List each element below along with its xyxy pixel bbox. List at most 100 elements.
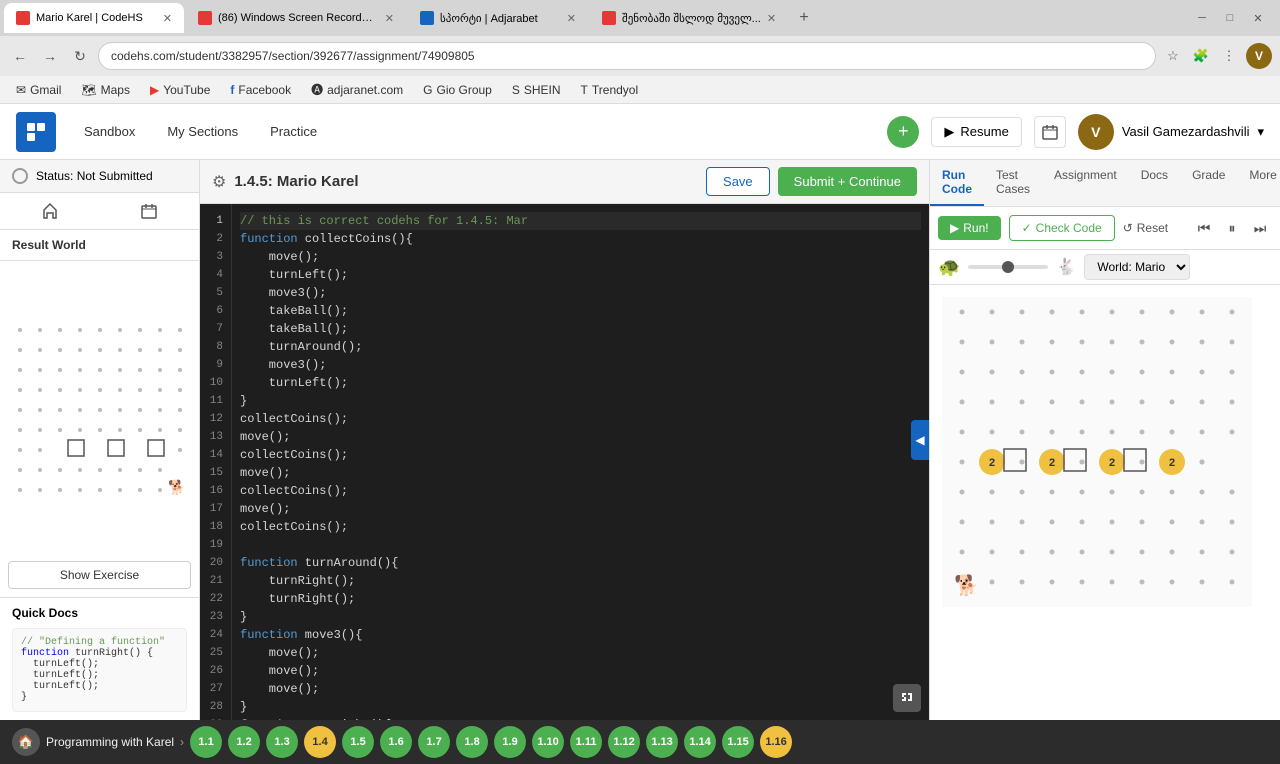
lesson-btn-1.11[interactable]: 1.11 — [570, 726, 602, 758]
tab-assignment[interactable]: Assignment — [1042, 160, 1129, 206]
play-icon: ▶ — [944, 124, 954, 140]
window-controls: ─ □ ✕ — [1192, 8, 1276, 28]
app-logo[interactable] — [16, 112, 56, 152]
top-nav: Sandbox My Sections Practice + ▶ Resume … — [0, 104, 1280, 160]
bookmark-gio-group[interactable]: G Gio Group — [415, 81, 500, 99]
speed-slider[interactable] — [968, 265, 1048, 269]
lesson-btn-1.4[interactable]: 1.4 — [304, 726, 336, 758]
tab-3[interactable]: სპორტი | Adjarabet ✕ — [408, 3, 588, 33]
lesson-btn-1.2[interactable]: 1.2 — [228, 726, 260, 758]
code-line-14: collectCoins(); — [240, 446, 921, 464]
lesson-btn-1.7[interactable]: 1.7 — [418, 726, 450, 758]
tab-4[interactable]: შენობაში შსლოდ მუველ... ✕ — [590, 3, 788, 33]
tab-3-close[interactable]: ✕ — [567, 12, 576, 25]
run-button[interactable]: ▶ Run! — [938, 216, 1001, 240]
status-indicator — [12, 168, 28, 184]
line-number-21: 21 — [204, 572, 227, 590]
user-name: Vasil Gamezardashvili — [1122, 124, 1250, 139]
bookmark-youtube[interactable]: ▶ YouTube — [142, 81, 218, 99]
tab-docs[interactable]: Docs — [1129, 160, 1180, 206]
course-label: Programming with Karel — [46, 735, 174, 749]
show-exercise-button[interactable]: Show Exercise — [8, 561, 191, 589]
tab-2-close[interactable]: ✕ — [385, 12, 394, 25]
gio-label: Gio Group — [436, 83, 491, 97]
sandbox-link[interactable]: Sandbox — [72, 118, 147, 145]
trendyol-label: Trendyol — [592, 83, 638, 97]
world-select[interactable]: World: Mario — [1084, 254, 1190, 280]
code-line-20: function turnAround(){ — [240, 554, 921, 572]
my-sections-link[interactable]: My Sections — [155, 118, 250, 145]
bookmark-maps[interactable]: 🗺 Maps — [73, 81, 138, 99]
sidebar-toggle[interactable]: ◀ — [911, 420, 929, 460]
lesson-btn-1.13[interactable]: 1.13 — [646, 726, 678, 758]
chevron-down-icon: ▾ — [1257, 124, 1264, 140]
pause-button[interactable]: ⏸ — [1220, 216, 1244, 240]
code-line-12: collectCoins(); — [240, 410, 921, 428]
tab-4-close[interactable]: ✕ — [767, 12, 776, 25]
lesson-btn-1.10[interactable]: 1.10 — [532, 726, 564, 758]
lesson-btn-1.12[interactable]: 1.12 — [608, 726, 640, 758]
lesson-btn-1.3[interactable]: 1.3 — [266, 726, 298, 758]
calendar-button[interactable] — [1034, 116, 1066, 148]
tab-1[interactable]: Mario Karel | CodeHS ✕ — [4, 3, 184, 33]
app: Sandbox My Sections Practice + ▶ Resume … — [0, 104, 1280, 720]
add-button[interactable]: + — [887, 116, 919, 148]
lesson-btn-1.14[interactable]: 1.14 — [684, 726, 716, 758]
tab-grade[interactable]: Grade — [1180, 160, 1237, 206]
home-button[interactable]: 🏠 — [12, 728, 40, 756]
bookmark-trendyol[interactable]: T Trendyol — [573, 81, 647, 99]
resume-button[interactable]: ▶ Resume — [931, 117, 1021, 147]
tab-1-close[interactable]: ✕ — [163, 12, 172, 25]
tab-run-code[interactable]: Run Code — [930, 160, 984, 206]
bookmark-star-icon[interactable]: ☆ — [1162, 45, 1184, 67]
new-tab-button[interactable]: + — [790, 4, 818, 32]
tab-2[interactable]: (86) Windows Screen Recorder S... ✕ — [186, 3, 406, 33]
code-line-23: } — [240, 608, 921, 626]
user-info[interactable]: V Vasil Gamezardashvili ▾ — [1078, 114, 1264, 150]
lesson-btn-1.15[interactable]: 1.15 — [722, 726, 754, 758]
settings-icon[interactable]: ⚙ — [212, 172, 226, 192]
code-line-11: } — [240, 392, 921, 410]
code-line-2: function collectCoins(){ — [240, 230, 921, 248]
save-button[interactable]: Save — [706, 167, 770, 196]
expand-button[interactable] — [893, 684, 921, 712]
bookmark-shein[interactable]: S SHEIN — [504, 81, 569, 99]
step-back-button[interactable]: ⏮ — [1192, 216, 1216, 240]
shein-icon: S — [512, 83, 520, 97]
step-forward-button[interactable]: ⏭ — [1248, 216, 1272, 240]
extension-icon[interactable]: 🧩 — [1190, 45, 1212, 67]
minimize-button[interactable]: ─ — [1192, 8, 1212, 28]
forward-button[interactable]: → — [38, 44, 62, 68]
tab-test-cases[interactable]: Test Cases — [984, 160, 1042, 206]
lesson-btn-1.16[interactable]: 1.16 — [760, 726, 792, 758]
status-text: Status: Not Submitted — [36, 169, 153, 183]
bookmark-gmail[interactable]: ✉ Gmail — [8, 81, 69, 99]
line-number-15: 15 — [204, 464, 227, 482]
check-code-button[interactable]: ✓ Check Code — [1009, 215, 1115, 241]
calendar-sidebar-icon[interactable] — [100, 193, 200, 229]
line-number-11: 11 — [204, 392, 227, 410]
practice-link[interactable]: Practice — [258, 118, 329, 145]
close-button[interactable]: ✕ — [1248, 8, 1268, 28]
code-editor[interactable]: 1234567891011121314151617181920212223242… — [200, 204, 929, 720]
submit-button[interactable]: Submit + Continue — [778, 167, 917, 196]
home-sidebar-icon[interactable] — [0, 193, 100, 229]
lesson-btn-1.1[interactable]: 1.1 — [190, 726, 222, 758]
lesson-btn-1.6[interactable]: 1.6 — [380, 726, 412, 758]
refresh-button[interactable]: ↻ — [68, 44, 92, 68]
lesson-btn-1.9[interactable]: 1.9 — [494, 726, 526, 758]
tab-more[interactable]: More — [1237, 160, 1280, 206]
bookmarks-bar: ✉ Gmail 🗺 Maps ▶ YouTube f Facebook 🅐 ad… — [0, 76, 1280, 104]
browser-user-avatar[interactable]: V — [1246, 43, 1272, 69]
menu-icon[interactable]: ⋮ — [1218, 45, 1240, 67]
maximize-button[interactable]: □ — [1220, 8, 1240, 28]
reset-button[interactable]: ↺ Reset — [1123, 221, 1168, 235]
address-bar-actions: ☆ 🧩 ⋮ V — [1162, 43, 1272, 69]
check-icon: ✓ — [1022, 221, 1032, 235]
bookmark-adjaranet[interactable]: 🅐 adjaranet.com — [303, 79, 411, 100]
lesson-btn-1.5[interactable]: 1.5 — [342, 726, 374, 758]
url-input[interactable]: codehs.com/student/3382957/section/39267… — [98, 42, 1156, 70]
back-button[interactable]: ← — [8, 44, 32, 68]
lesson-btn-1.8[interactable]: 1.8 — [456, 726, 488, 758]
bookmark-facebook[interactable]: f Facebook — [222, 81, 299, 99]
